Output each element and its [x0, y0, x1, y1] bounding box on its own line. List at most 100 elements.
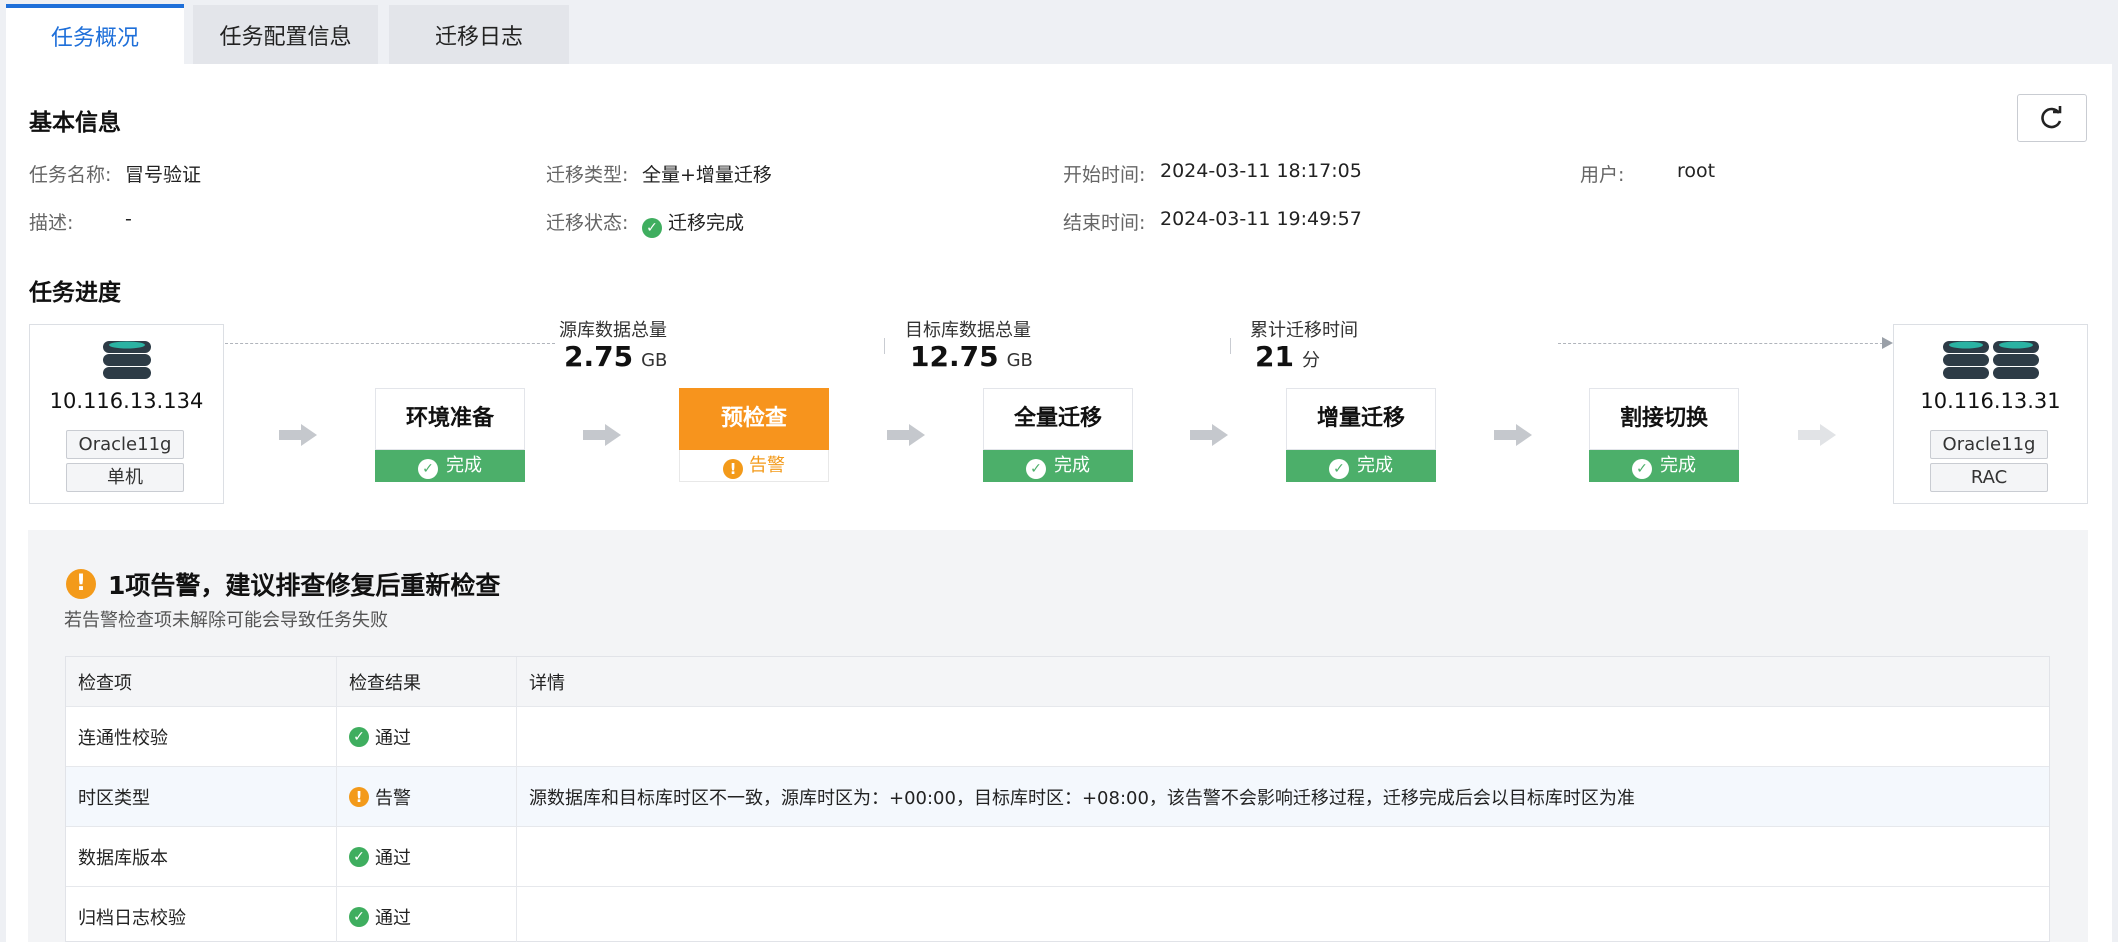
source-db-mode: 单机 — [66, 463, 184, 492]
metric-number: 21 — [1255, 340, 1294, 373]
target-db-mode: RAC — [1930, 463, 2048, 492]
check-circle-icon: ✓ — [1329, 459, 1349, 479]
step-status: ✓ 完成 — [375, 450, 525, 482]
migration-type-label: 迁移类型: — [546, 164, 629, 186]
migration-status-label: 迁移状态: — [546, 212, 629, 234]
step-status: ✓ 完成 — [1286, 450, 1436, 482]
metric-divider — [884, 338, 885, 354]
target-db-type: Oracle11g — [1930, 430, 2048, 459]
step-status-text: 完成 — [446, 455, 482, 476]
check-result: ✓ 通过 — [337, 827, 517, 886]
metric-number: 12.75 — [910, 340, 999, 373]
step-status-text: 告警 — [749, 455, 785, 476]
migration-status-text: 迁移完成 — [668, 212, 745, 234]
warning-title: ! 1项告警，建议排查修复后重新检查 — [66, 566, 500, 602]
end-time-label: 结束时间: — [1063, 212, 1146, 234]
table-row: 归档日志校验 ✓ 通过 — [66, 887, 2049, 942]
check-result-text: 通过 — [375, 847, 411, 869]
step-status: ✓ 完成 — [1589, 450, 1739, 482]
arrow-right-icon — [887, 424, 925, 446]
description-label: 描述: — [29, 212, 74, 234]
task-name-label: 任务名称: — [29, 164, 112, 186]
table-row: 数据库版本 ✓ 通过 — [66, 827, 2049, 887]
step-status: ✓ 完成 — [983, 450, 1133, 482]
warning-circle-icon: ! — [66, 569, 96, 599]
warning-circle-icon: ! — [723, 459, 743, 479]
check-result-text: 通过 — [375, 727, 411, 749]
check-result: ! 告警 — [337, 767, 517, 826]
check-circle-icon: ✓ — [349, 906, 369, 927]
tab-config[interactable]: 任务配置信息 — [193, 5, 378, 64]
task-name-value: 冒号验证 — [125, 164, 202, 186]
tab-logs[interactable]: 迁移日志 — [389, 5, 569, 64]
start-time-value: 2024-03-11 18:17:05 — [1160, 160, 1362, 182]
check-result: ✓ 通过 — [337, 887, 517, 942]
migration-type-value: 全量+增量迁移 — [642, 164, 772, 186]
metric-label: 目标库数据总量 — [905, 320, 1031, 341]
arrow-right-icon — [1494, 424, 1532, 446]
step-env-prep[interactable]: 环境准备 ✓ 完成 — [375, 388, 525, 484]
arrow-right-icon — [279, 424, 317, 446]
tab-bar: 任务概况 任务配置信息 迁移日志 — [0, 0, 2118, 64]
arrow-right-icon — [1190, 424, 1228, 446]
start-time-label: 开始时间: — [1063, 164, 1146, 186]
check-result-text: 通过 — [375, 907, 411, 929]
source-db-card: 10.116.13.134 Oracle11g 单机 — [29, 324, 224, 504]
check-circle-icon: ✓ — [418, 459, 438, 479]
check-circle-icon: ✓ — [349, 846, 369, 867]
check-detail — [517, 707, 2049, 766]
step-full-migration[interactable]: 全量迁移 ✓ 完成 — [983, 388, 1133, 484]
tab-overview[interactable]: 任务概况 — [6, 4, 184, 64]
check-circle-icon: ✓ — [349, 726, 369, 747]
metric-label: 累计迁移时间 — [1250, 320, 1358, 341]
metric-label: 源库数据总量 — [559, 320, 667, 341]
check-item: 数据库版本 — [66, 827, 337, 886]
database-icon — [30, 337, 223, 383]
step-cutover[interactable]: 割接切换 ✓ 完成 — [1589, 388, 1739, 484]
check-table: 检查项 检查结果 详情 连通性校验 ✓ 通过 时区类型 ! 告警 源数据库和目标库时… — [65, 656, 2050, 942]
metric-unit: GB — [1006, 350, 1033, 371]
table-row: 时区类型 ! 告警 源数据库和目标库时区不一致，源库时区为：+00:00，目标库时… — [66, 767, 2049, 827]
metric-divider — [1230, 338, 1231, 354]
check-result: ✓ 通过 — [337, 707, 517, 766]
step-status-text: 完成 — [1357, 455, 1393, 476]
check-circle-icon: ✓ — [1632, 459, 1652, 479]
check-item: 连通性校验 — [66, 707, 337, 766]
step-status-text: 完成 — [1660, 455, 1696, 476]
step-precheck[interactable]: 预检查 ! 告警 — [679, 388, 829, 484]
step-name: 预检查 — [679, 388, 829, 450]
database-icon — [1894, 337, 2087, 383]
check-circle-icon: ✓ — [1026, 459, 1046, 479]
connector-line — [225, 343, 555, 344]
metric-value: 2.75 GB — [564, 340, 667, 373]
metric-value: 21 分 — [1255, 340, 1320, 373]
source-db-type: Oracle11g — [66, 430, 184, 459]
refresh-icon — [2041, 106, 2062, 129]
check-result-text: 告警 — [375, 787, 411, 809]
basic-info-title: 基本信息 — [29, 110, 121, 136]
warning-circle-icon: ! — [349, 786, 369, 807]
step-name: 割接切换 — [1589, 388, 1739, 450]
target-db-ip: 10.116.13.31 — [1920, 389, 2061, 413]
table-row: 连通性校验 ✓ 通过 — [66, 707, 2049, 767]
metric-value: 12.75 GB — [910, 340, 1033, 373]
user-label: 用户: — [1580, 164, 1625, 186]
table-header: 检查项 检查结果 详情 — [66, 657, 2049, 707]
metric-unit: 分 — [1301, 350, 1320, 371]
check-detail — [517, 887, 2049, 942]
arrow-right-icon — [1798, 424, 1836, 446]
step-name: 增量迁移 — [1286, 388, 1436, 450]
step-name: 全量迁移 — [983, 388, 1133, 450]
check-detail: 源数据库和目标库时区不一致，源库时区为：+00:00，目标库时区：+08:00，… — [529, 787, 1635, 809]
description-value: - — [125, 208, 132, 230]
end-time-value: 2024-03-11 19:49:57 — [1160, 208, 1362, 230]
step-incremental-migration[interactable]: 增量迁移 ✓ 完成 — [1286, 388, 1436, 484]
step-status-text: 完成 — [1054, 455, 1090, 476]
step-name: 环境准备 — [375, 388, 525, 450]
step-status: ! 告警 — [679, 450, 829, 482]
check-item: 时区类型 — [66, 767, 337, 826]
refresh-button[interactable] — [2017, 94, 2087, 142]
column-header: 详情 — [529, 672, 565, 694]
arrow-right-icon — [583, 424, 621, 446]
migration-status-value: ✓ 迁移完成 — [642, 208, 744, 238]
